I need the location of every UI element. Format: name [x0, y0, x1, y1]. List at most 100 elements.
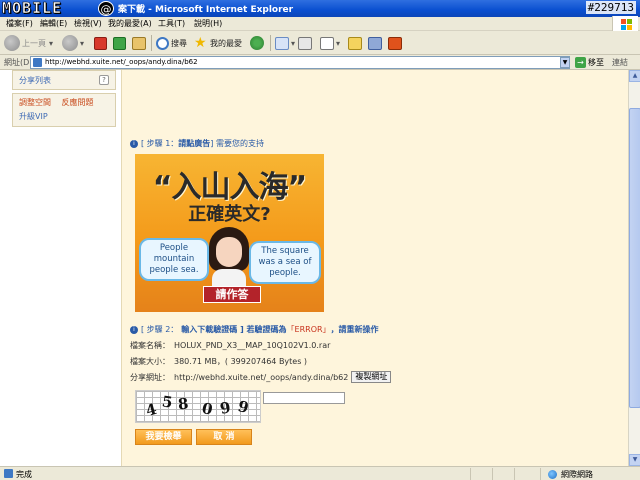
menu-view[interactable]: 檢視(V) [74, 18, 102, 29]
back-label: 上一頁 [22, 38, 46, 48]
menu-tools[interactable]: 工具(T) [158, 18, 185, 29]
address-dropdown[interactable]: ▼ [560, 57, 570, 68]
page-done-icon [4, 469, 13, 478]
ad-subline: 正確英文? [188, 204, 271, 225]
discuss-icon [348, 36, 362, 50]
sidebar-item-report-issue[interactable]: 反應問題 [62, 96, 94, 110]
advertisement-banner[interactable]: “入山入海” 正確英文? People mountain people sea.… [135, 154, 324, 312]
menu-help[interactable]: 說明(H) [194, 18, 222, 29]
back-button[interactable]: 上一頁 ▾ [4, 34, 53, 52]
ad-bubble-right: The square was a sea of people. [249, 241, 321, 284]
refresh-button[interactable] [113, 34, 128, 52]
file-name-row: 檔案名稱： HOLUX_PND_X3__MAP_10Q102V1.0.rar [130, 340, 330, 351]
step-2-prefix: [ 步驟 2： [141, 325, 179, 334]
step-1-suffix: ] 需要您的支持 [210, 139, 264, 148]
edit-page-icon [320, 36, 334, 50]
step-2-heading: i [ 步驟 2： 輸入下載驗證碼 ] 若驗證碼為 「ERROR」 ，請重新操作 [130, 324, 379, 335]
download-addon-icon [388, 36, 402, 50]
search-button[interactable]: 搜尋 [156, 34, 187, 52]
discuss-button[interactable] [348, 34, 364, 52]
captcha-char: 8 [177, 394, 190, 414]
watermark: #229713 [585, 1, 636, 14]
toolbar-divider [151, 35, 152, 51]
share-url-row: 分享網址： http://webhd.xuite.net/_oops/andy.… [130, 371, 392, 383]
chevron-down-icon: ▾ [80, 38, 85, 48]
download-panel: i [ 步驟 1： 請點廣告 ] 需要您的支持 “入山入海” 正確英文? Peo… [121, 70, 628, 466]
submit-button[interactable]: 我要檢舉 [135, 429, 192, 445]
step-1-prefix: [ 步驟 1： [141, 139, 179, 148]
globe-icon [548, 470, 557, 479]
file-size-value: 380.71 MB，( 399207464 Bytes ) [174, 357, 308, 366]
stop-button[interactable] [94, 34, 109, 52]
status-divider [492, 468, 493, 480]
sidebar-share-box: 分享列表 ? [12, 70, 116, 90]
scroll-down-button[interactable]: ▼ [629, 454, 640, 466]
menu-file[interactable]: 檔案(F) [6, 18, 33, 29]
links-button[interactable]: 連結 [612, 57, 628, 68]
copy-url-button[interactable]: 複製網址 [351, 371, 392, 383]
menu-favorites[interactable]: 我的最愛(A) [108, 18, 152, 29]
step-1-highlight: 請點廣告 [178, 139, 211, 148]
history-icon [250, 36, 264, 50]
printer-icon [298, 36, 312, 50]
logo-badge: @ [98, 1, 114, 16]
go-arrow-icon: → [575, 57, 586, 68]
captcha-input[interactable] [263, 392, 345, 404]
captcha-char: 0 [200, 399, 215, 419]
forward-button[interactable]: ▾ [62, 34, 84, 52]
security-zone: 網際網路 [548, 469, 593, 480]
step-2-retry: ，請重新操作 [330, 325, 379, 334]
chevron-down-icon: ▾ [336, 38, 341, 48]
menu-edit[interactable]: 編輯(E) [40, 18, 67, 29]
help-icon[interactable]: ? [99, 75, 109, 85]
file-name-label: 檔案名稱： [130, 341, 170, 350]
step-2-error: 「ERROR」 [286, 325, 331, 334]
windows-logo-icon [612, 16, 638, 31]
sidebar-item-share-list[interactable]: 分享列表 [19, 74, 109, 88]
info-icon: i [130, 139, 138, 148]
captcha-char: 9 [218, 398, 232, 418]
favorites-button[interactable]: ★ 我的最愛 [194, 34, 242, 52]
toolbar: 上一頁 ▾ ▾ 搜尋 ★ 我的最愛 ▾ ▾ [0, 31, 640, 55]
stop-icon [94, 36, 107, 50]
print-button[interactable] [298, 34, 314, 52]
window-title: 案下載 - Microsoft Internet Explorer [118, 5, 294, 15]
mobile01-logo: MOBILE [2, 0, 63, 17]
captcha-char: 9 [235, 397, 251, 417]
toolbar-divider [270, 35, 271, 51]
status-bar: 完成 網際網路 [0, 466, 640, 480]
address-label: 網址(D) [4, 58, 33, 67]
history-button[interactable] [250, 34, 266, 52]
step-2-text: 輸入下載驗證碼 ] 若驗證碼為 [181, 325, 287, 334]
favorites-label: 我的最愛 [210, 38, 242, 48]
messenger-icon [368, 36, 382, 50]
share-url-label: 分享網址： [130, 372, 170, 382]
zone-label: 網際網路 [561, 470, 593, 479]
sidebar-item-upgrade-vip[interactable]: 升級VIP [19, 110, 109, 124]
mail-button[interactable]: ▾ [275, 34, 295, 52]
file-size-label: 檔案大小： [130, 357, 170, 366]
vertical-scrollbar[interactable]: ▲ ▼ [628, 70, 640, 466]
go-button[interactable]: → 移至 [575, 56, 604, 69]
status-text: 完成 [16, 470, 32, 479]
chevron-down-icon: ▾ [49, 38, 54, 48]
share-url-value: http://webhd.xuite.net/_oops/andy.dina/b… [174, 372, 349, 382]
ad-girl-illustration [207, 227, 251, 291]
home-icon [132, 36, 146, 50]
cancel-button[interactable]: 取 消 [196, 429, 252, 445]
go-label: 移至 [588, 58, 604, 67]
status-divider [470, 468, 471, 480]
download-addon-button[interactable] [388, 34, 404, 52]
page-content: 分享列表 ? 調整空間 反應問題 升級VIP i [ 步驟 1： 請點廣告 ] … [0, 70, 628, 466]
page-icon [33, 58, 42, 67]
ad-answer-button[interactable]: 請作答 [203, 286, 261, 303]
sidebar-item-adjust-space[interactable]: 調整空間 [19, 96, 51, 110]
scroll-thumb[interactable] [629, 108, 640, 408]
messenger-button[interactable] [368, 34, 384, 52]
home-button[interactable] [132, 34, 148, 52]
address-input[interactable]: http://webhd.xuite.net/_oops/andy.dina/b… [30, 56, 570, 69]
captcha-image: 4 5 8 0 9 9 [135, 390, 261, 423]
edit-button[interactable]: ▾ [320, 34, 340, 52]
scroll-up-button[interactable]: ▲ [629, 70, 640, 82]
status-divider [514, 468, 515, 480]
